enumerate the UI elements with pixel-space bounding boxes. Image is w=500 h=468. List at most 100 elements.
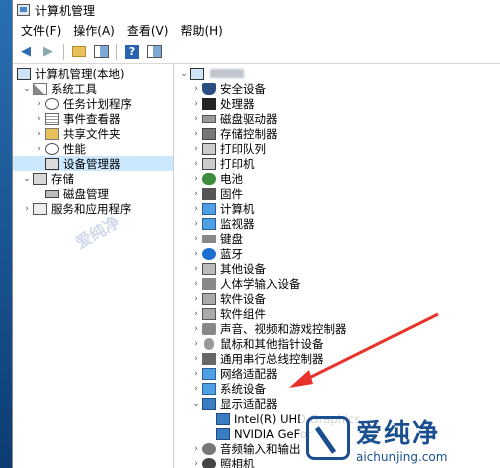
computer-icon xyxy=(17,67,31,80)
chevron-right-icon[interactable]: › xyxy=(190,144,202,154)
computer-icon xyxy=(202,202,216,215)
device-category[interactable]: › 监视器 xyxy=(174,216,500,231)
chevron-right-icon[interactable]: › xyxy=(190,324,202,334)
desktop-background xyxy=(0,0,12,468)
clock-icon xyxy=(45,97,59,110)
chevron-right-icon[interactable]: › xyxy=(21,204,33,214)
device-category[interactable]: › 安全设备 xyxy=(174,81,500,96)
chevron-right-icon[interactable]: › xyxy=(190,369,202,379)
site-watermark: 爱纯净 aichunjing.com xyxy=(300,408,500,468)
chevron-right-icon[interactable]: › xyxy=(33,129,45,139)
chevron-right-icon[interactable]: › xyxy=(33,99,45,109)
chevron-right-icon[interactable]: › xyxy=(190,279,202,289)
menu-bar: 文件(F) 操作(A) 查看(V) 帮助(H) xyxy=(13,20,500,40)
chevron-right-icon[interactable]: › xyxy=(33,114,45,124)
chevron-right-icon[interactable]: › xyxy=(190,114,202,124)
chevron-down-icon[interactable]: ⌄ xyxy=(21,84,33,94)
chevron-right-icon[interactable]: › xyxy=(190,234,202,244)
chevron-right-icon[interactable]: › xyxy=(190,159,202,169)
device-category-label: 固件 xyxy=(220,186,243,201)
storage-controller-icon xyxy=(202,127,216,140)
device-category[interactable]: › 其他设备 xyxy=(174,261,500,276)
display-adapter-icon xyxy=(202,397,216,410)
device-category[interactable]: › 键盘 xyxy=(174,231,500,246)
device-category-label: 键盘 xyxy=(220,231,243,246)
tree-performance[interactable]: › 性能 xyxy=(13,141,173,156)
computer-icon xyxy=(190,67,204,80)
device-category[interactable]: › 存储控制器 xyxy=(174,126,500,141)
up-folder-icon[interactable] xyxy=(70,43,88,61)
menu-help[interactable]: 帮助(H) xyxy=(174,22,228,39)
device-category[interactable]: › 处理器 xyxy=(174,96,500,111)
tree-services[interactable]: › 服务和应用程序 xyxy=(13,201,173,216)
forward-icon[interactable]: ▶ xyxy=(39,43,57,61)
device-category-label: 磁盘驱动器 xyxy=(220,111,278,126)
device-category-label: 电池 xyxy=(220,171,243,186)
chevron-right-icon[interactable]: › xyxy=(190,174,202,184)
show-hide-tree-icon[interactable] xyxy=(92,43,110,61)
chevron-down-icon[interactable]: ⌄ xyxy=(190,399,202,409)
chevron-right-icon[interactable]: › xyxy=(190,309,202,319)
tree-shared-folders[interactable]: › 共享文件夹 xyxy=(13,126,173,141)
disk-icon xyxy=(45,189,59,198)
device-tree-root[interactable]: ⌄ xyxy=(174,66,500,81)
tree-event-viewer[interactable]: › 事件查看器 xyxy=(13,111,173,126)
chevron-right-icon[interactable]: › xyxy=(190,189,202,199)
tree-storage[interactable]: ⌄ 存储 xyxy=(13,171,173,186)
tree-services-label: 服务和应用程序 xyxy=(51,201,132,216)
computer-management-icon xyxy=(17,4,30,16)
device-category-label: 照相机 xyxy=(220,456,255,468)
menu-view[interactable]: 查看(V) xyxy=(121,22,175,39)
device-category-label: 存储控制器 xyxy=(220,126,278,141)
system-device-icon xyxy=(202,382,216,395)
chevron-right-icon[interactable]: › xyxy=(190,99,202,109)
usb-icon xyxy=(202,352,216,365)
device-category[interactable]: › 磁盘驱动器 xyxy=(174,111,500,126)
device-category[interactable]: › 计算机 xyxy=(174,201,500,216)
device-category[interactable]: › 固件 xyxy=(174,186,500,201)
chevron-right-icon[interactable]: › xyxy=(190,444,202,454)
chevron-right-icon[interactable]: › xyxy=(190,219,202,229)
menu-action[interactable]: 操作(A) xyxy=(67,22,121,39)
chevron-right-icon[interactable]: › xyxy=(190,249,202,259)
device-category-label: 其他设备 xyxy=(220,261,266,276)
device-category[interactable]: › 软件设备 xyxy=(174,291,500,306)
redacted-computer-name xyxy=(210,69,244,78)
tree-device-manager[interactable]: 设备管理器 xyxy=(13,156,173,171)
tree-task-scheduler-label: 任务计划程序 xyxy=(63,96,132,111)
back-icon[interactable]: ◀ xyxy=(17,43,35,61)
chevron-right-icon[interactable]: › xyxy=(190,264,202,274)
device-category[interactable]: › 打印机 xyxy=(174,156,500,171)
chevron-right-icon[interactable]: › xyxy=(33,144,45,154)
device-category-label: 人体学输入设备 xyxy=(220,276,301,291)
processor-icon xyxy=(202,97,216,110)
device-category[interactable]: › 打印队列 xyxy=(174,141,500,156)
chevron-right-icon[interactable]: › xyxy=(190,84,202,94)
chevron-right-icon[interactable]: › xyxy=(190,129,202,139)
chevron-right-icon[interactable]: › xyxy=(190,384,202,394)
device-category[interactable]: › 人体学输入设备 xyxy=(174,276,500,291)
hid-icon xyxy=(202,277,216,290)
chevron-down-icon[interactable]: ⌄ xyxy=(178,69,190,79)
shared-folder-icon xyxy=(45,127,59,140)
tree-system-tools[interactable]: ⌄ 系统工具 xyxy=(13,81,173,96)
help-icon[interactable]: ? xyxy=(123,43,141,61)
device-category[interactable]: › 电池 xyxy=(174,171,500,186)
security-device-icon xyxy=(202,82,216,95)
storage-icon xyxy=(33,172,47,185)
chevron-right-icon[interactable]: › xyxy=(190,459,202,468)
tree-root[interactable]: 计算机管理(本地) xyxy=(13,66,173,81)
action-pane-icon[interactable] xyxy=(145,43,163,61)
device-category[interactable]: › 蓝牙 xyxy=(174,246,500,261)
title-bar: 计算机管理 xyxy=(13,0,500,20)
chevron-right-icon[interactable]: › xyxy=(190,354,202,364)
tree-disk-management[interactable]: 磁盘管理 xyxy=(13,186,173,201)
chevron-right-icon[interactable]: › xyxy=(190,204,202,214)
chevron-right-icon[interactable]: › xyxy=(190,339,202,349)
device-category-label: 系统设备 xyxy=(220,381,266,396)
chevron-right-icon[interactable]: › xyxy=(190,294,202,304)
tree-task-scheduler[interactable]: › 任务计划程序 xyxy=(13,96,173,111)
menu-file[interactable]: 文件(F) xyxy=(15,22,67,39)
chevron-down-icon[interactable]: ⌄ xyxy=(21,174,33,184)
firmware-icon xyxy=(202,187,216,200)
